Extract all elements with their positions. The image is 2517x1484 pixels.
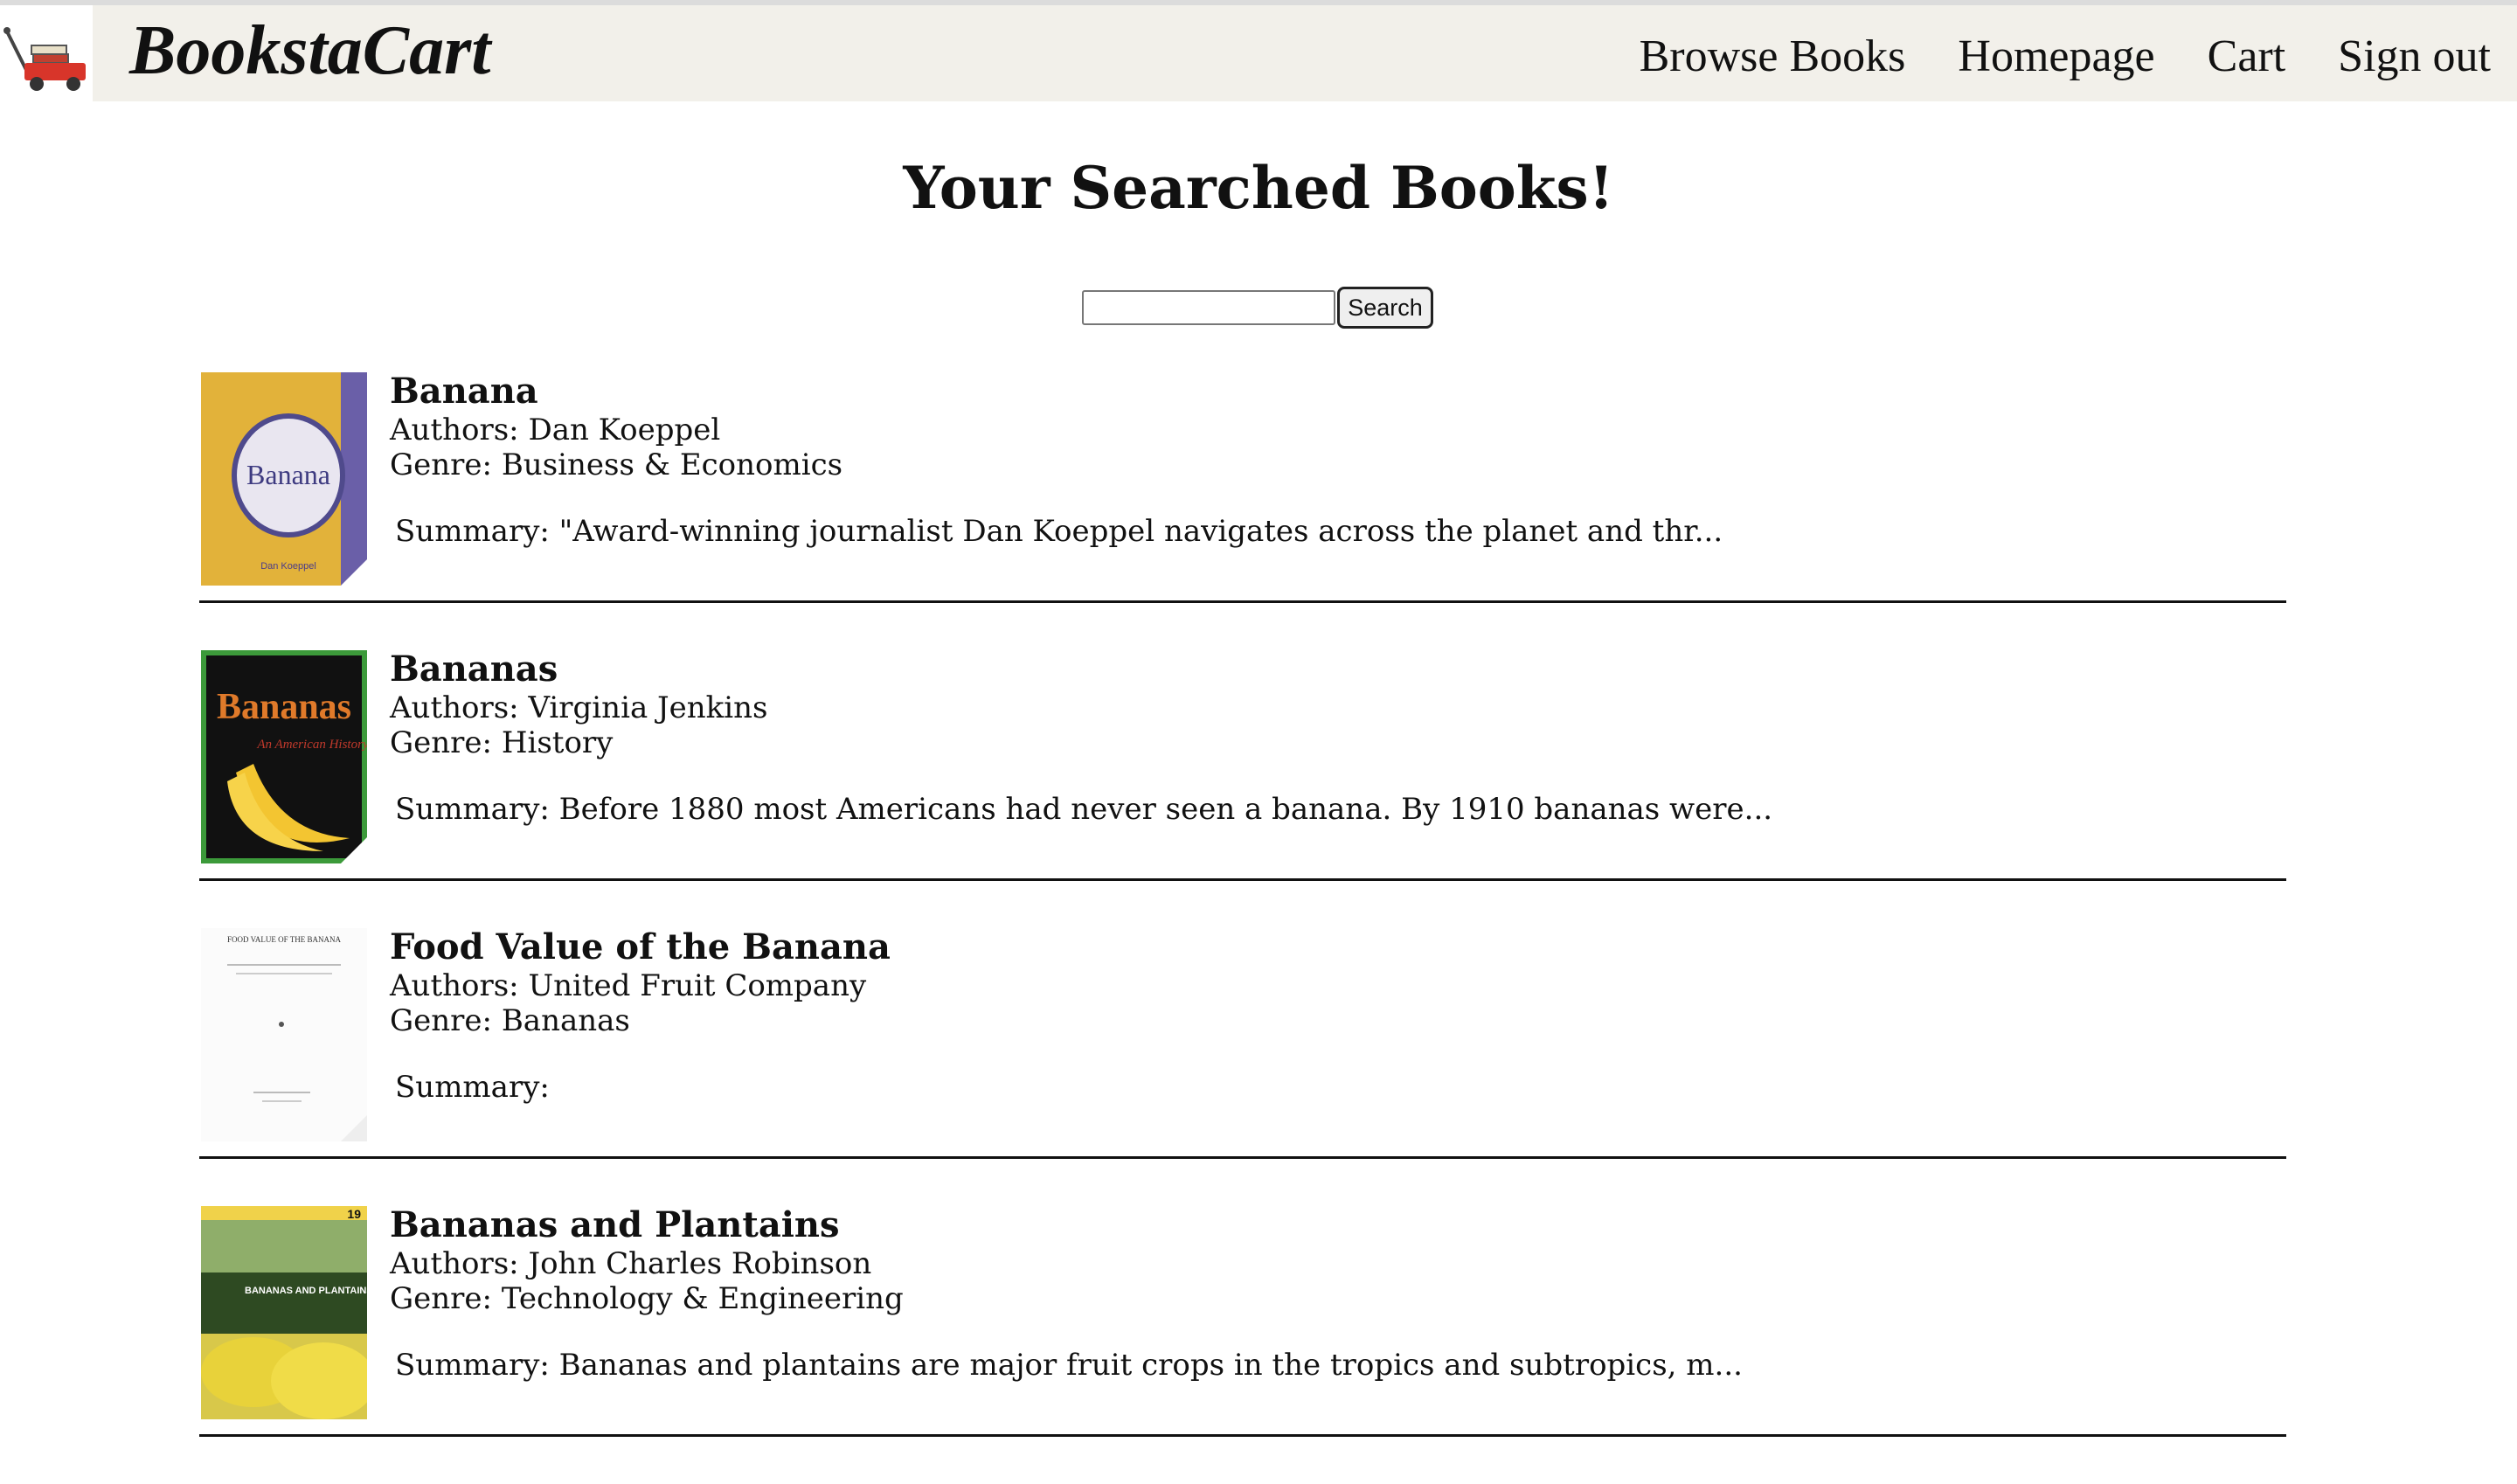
logo[interactable] xyxy=(0,5,93,101)
book-summary: Summary: Bananas and plantains are major… xyxy=(395,1348,1743,1383)
svg-text:Banana: Banana xyxy=(246,459,330,490)
book-title[interactable]: Bananas and Plantains xyxy=(390,1204,1743,1246)
book-cover[interactable]: 19 BANANAS AND PLANTAINS xyxy=(201,1206,367,1419)
book-authors: Authors: Virginia Jenkins xyxy=(390,690,768,725)
svg-text:FOOD VALUE OF THE BANANA: FOOD VALUE OF THE BANANA xyxy=(227,935,342,944)
svg-text:BANANAS AND PLANTAINS: BANANAS AND PLANTAINS xyxy=(245,1286,367,1296)
search-input[interactable] xyxy=(1082,290,1335,325)
nav-cart[interactable]: Cart xyxy=(2208,26,2286,87)
wagon-cart-icon xyxy=(3,27,86,91)
nav-sign-out[interactable]: Sign out xyxy=(2338,26,2491,87)
book-cover[interactable]: FOOD VALUE OF THE BANANA xyxy=(201,928,367,1141)
svg-text:Bananas: Bananas xyxy=(217,687,351,727)
book-title[interactable]: Banana xyxy=(390,371,1723,413)
top-navbar: BookstaCart Browse Books Homepage Cart S… xyxy=(0,0,2517,101)
svg-text:An American History: An American History xyxy=(256,738,367,752)
book-authors: Authors: John Charles Robinson xyxy=(390,1246,872,1281)
search-results: Banana Dan Koeppel Banana Authors: Dan K… xyxy=(199,371,2286,1484)
book-info: Bananas and Plantains Authors: John Char… xyxy=(390,1204,1743,1383)
book-authors: Authors: Dan Koeppel xyxy=(390,413,721,447)
book-summary: Summary: "Award-winning journalist Dan K… xyxy=(395,514,1723,549)
page-title: Your Searched Books! xyxy=(903,154,1614,222)
book-authors: Authors: United Fruit Company xyxy=(390,968,867,1003)
book-genre: Genre: Bananas xyxy=(390,1003,630,1038)
nav-browse-books[interactable]: Browse Books xyxy=(1640,26,1906,87)
svg-text:Dan Koeppel: Dan Koeppel xyxy=(260,561,316,572)
search-button[interactable]: Search xyxy=(1337,287,1433,329)
book-genre: Genre: History xyxy=(390,725,614,760)
book-genre: Genre: Technology & Engineering xyxy=(390,1281,904,1316)
book-info: Bananas Authors: Virginia Jenkins Genre:… xyxy=(390,648,1772,827)
book-title[interactable]: Food Value of the Banana xyxy=(390,926,891,968)
book-result[interactable]: 19 BANANAS AND PLANTAINS Bananas and Pla… xyxy=(199,1204,2286,1437)
book-result[interactable]: Banana Dan Koeppel Banana Authors: Dan K… xyxy=(199,371,2286,603)
brand-name[interactable]: BookstaCart xyxy=(129,10,490,91)
book-cover[interactable]: Banana Dan Koeppel xyxy=(201,372,367,586)
book-summary: Summary: Before 1880 most Americans had … xyxy=(395,792,1773,827)
nav-homepage[interactable]: Homepage xyxy=(1958,26,2154,87)
svg-text:19: 19 xyxy=(347,1207,361,1221)
book-result[interactable]: FOOD VALUE OF THE BANANA Food Value of t… xyxy=(199,926,2286,1159)
book-info: Food Value of the Banana Authors: United… xyxy=(390,926,891,1105)
book-result[interactable]: Bananas An American History Bananas Auth… xyxy=(199,648,2286,881)
book-title[interactable]: Bananas xyxy=(390,648,1772,690)
nav-links: Browse Books Homepage Cart Sign out xyxy=(1587,26,2491,87)
book-summary: Summary: xyxy=(395,1070,550,1105)
book-info: Banana Authors: Dan Koeppel Genre: Busin… xyxy=(390,371,1723,549)
book-genre: Genre: Business & Economics xyxy=(390,447,843,482)
search-form: Search xyxy=(1082,287,1433,329)
book-cover[interactable]: Bananas An American History xyxy=(201,650,367,863)
